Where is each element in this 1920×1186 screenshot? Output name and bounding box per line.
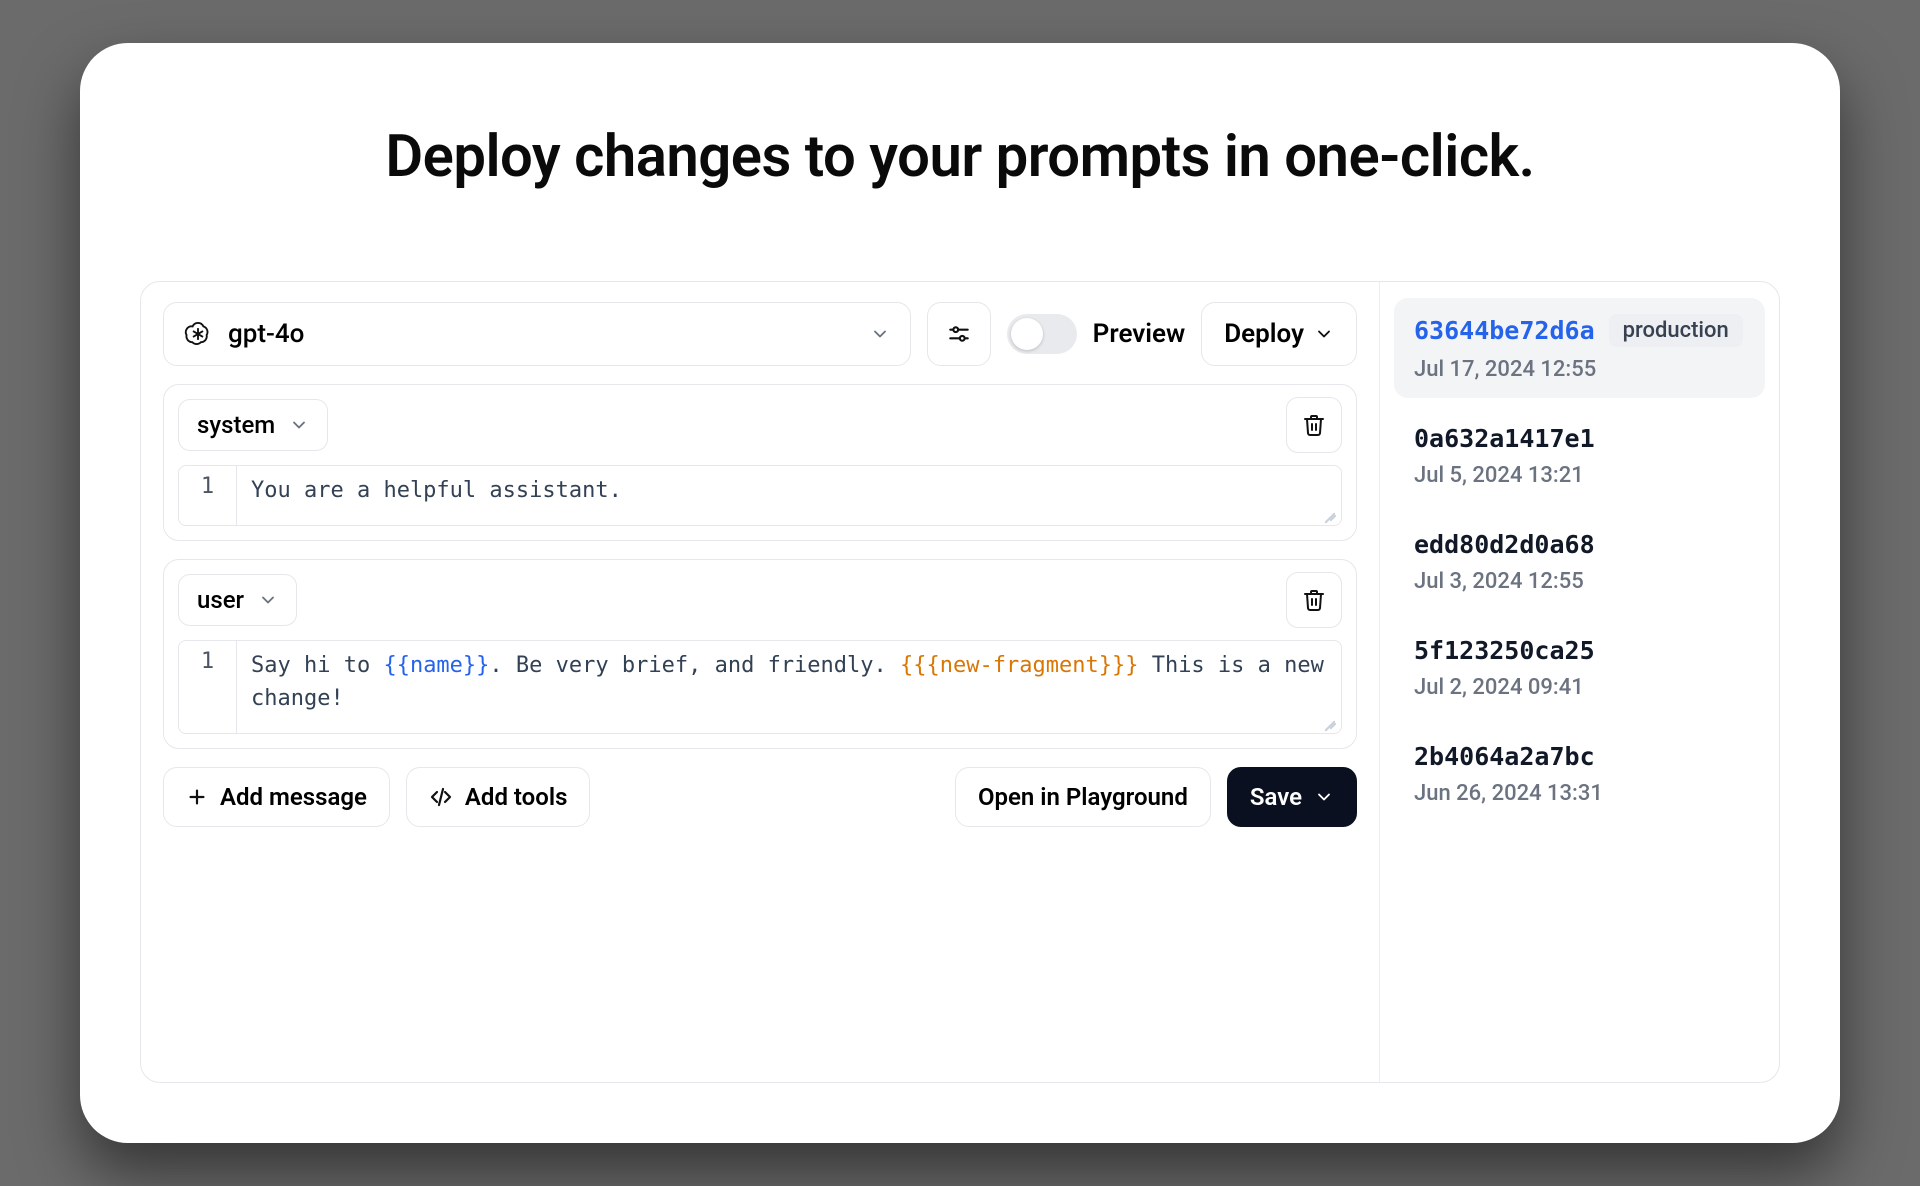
settings-button[interactable]	[927, 302, 991, 366]
sliders-icon	[946, 321, 972, 347]
role-select[interactable]: user	[178, 574, 297, 626]
chevron-down-icon	[870, 324, 890, 344]
version-item[interactable]: 5f123250ca25 Jul 2, 2024 09:41	[1394, 620, 1765, 716]
app-card: Deploy changes to your prompts in one-cl…	[80, 43, 1840, 1143]
editor-left-pane: gpt-4o Preview Deploy system1Y	[141, 282, 1379, 1082]
resize-handle-icon[interactable]	[1323, 715, 1337, 729]
template-fragment: {{{new-fragment}}}	[900, 653, 1138, 678]
preview-toggle[interactable]	[1007, 314, 1077, 354]
version-hash: edd80d2d0a68	[1414, 530, 1595, 559]
version-hash: 5f123250ca25	[1414, 636, 1595, 665]
save-button[interactable]: Save	[1227, 767, 1357, 827]
model-select[interactable]: gpt-4o	[163, 302, 911, 366]
deploy-button[interactable]: Deploy	[1201, 302, 1357, 366]
version-date: Jul 17, 2024 12:55	[1414, 357, 1745, 382]
versions-list: 63644be72d6a production Jul 17, 2024 12:55…	[1379, 282, 1779, 1082]
text: . Be very brief, and friendly.	[489, 653, 900, 678]
openai-icon	[184, 320, 212, 348]
preview-label: Preview	[1093, 319, 1186, 349]
delete-message-button[interactable]	[1286, 572, 1342, 628]
add-message-label: Add message	[220, 783, 367, 811]
editor-bottom-bar: Add message Add tools Open in Playground…	[163, 767, 1357, 827]
role-label: system	[197, 411, 275, 439]
deploy-label: Deploy	[1224, 319, 1304, 349]
version-tag: production	[1609, 314, 1743, 347]
add-tools-label: Add tools	[465, 783, 568, 811]
page-title: Deploy changes to your prompts in one-cl…	[140, 123, 1780, 191]
plus-icon	[186, 786, 208, 808]
message-block: system 1 You are a helpful assistant.	[163, 384, 1357, 541]
text: You are a helpful assistant.	[251, 478, 622, 503]
version-item[interactable]: 63644be72d6a production Jul 17, 2024 12:55	[1394, 298, 1765, 398]
version-item[interactable]: 2b4064a2a7bc Jun 26, 2024 13:31	[1394, 726, 1765, 822]
version-date: Jul 5, 2024 13:21	[1414, 463, 1745, 488]
text: Say hi to	[251, 653, 383, 678]
trash-icon	[1302, 588, 1326, 612]
add-tools-button[interactable]: Add tools	[406, 767, 591, 827]
message-header: user	[164, 560, 1356, 640]
message-content[interactable]: You are a helpful assistant.	[237, 466, 1341, 525]
line-number: 1	[179, 466, 237, 525]
template-variable: {{name}}	[383, 653, 489, 678]
add-message-button[interactable]: Add message	[163, 767, 390, 827]
editor-toolbar: gpt-4o Preview Deploy	[163, 302, 1357, 366]
open-playground-button[interactable]: Open in Playground	[955, 767, 1211, 827]
version-hash: 0a632a1417e1	[1414, 424, 1595, 453]
version-date: Jun 26, 2024 13:31	[1414, 781, 1745, 806]
message-content[interactable]: Say hi to {{name}}. Be very brief, and f…	[237, 641, 1341, 733]
version-hash: 2b4064a2a7bc	[1414, 742, 1595, 771]
message-header: system	[164, 385, 1356, 465]
trash-icon	[1302, 413, 1326, 437]
chevron-down-icon	[258, 590, 278, 610]
chevron-down-icon	[1314, 787, 1334, 807]
version-date: Jul 2, 2024 09:41	[1414, 675, 1745, 700]
resize-handle-icon[interactable]	[1323, 507, 1337, 521]
chevron-down-icon	[1314, 324, 1334, 344]
message-editor[interactable]: 1Say hi to {{name}}. Be very brief, and …	[178, 640, 1342, 734]
message-block: user1Say hi to {{name}}. Be very brief, …	[163, 559, 1357, 749]
version-hash: 63644be72d6a	[1414, 316, 1595, 345]
code-icon	[429, 785, 453, 809]
save-label: Save	[1250, 783, 1302, 811]
version-date: Jul 3, 2024 12:55	[1414, 569, 1745, 594]
version-item[interactable]: edd80d2d0a68 Jul 3, 2024 12:55	[1394, 514, 1765, 610]
delete-message-button[interactable]	[1286, 397, 1342, 453]
line-number: 1	[179, 641, 237, 733]
message-editor[interactable]: 1 You are a helpful assistant.	[178, 465, 1342, 526]
open-playground-label: Open in Playground	[978, 783, 1188, 811]
chevron-down-icon	[289, 415, 309, 435]
role-label: user	[197, 586, 244, 614]
version-item[interactable]: 0a632a1417e1 Jul 5, 2024 13:21	[1394, 408, 1765, 504]
editor-panel: gpt-4o Preview Deploy system1Y	[140, 281, 1780, 1083]
model-name: gpt-4o	[228, 319, 304, 349]
role-select[interactable]: system	[178, 399, 328, 451]
